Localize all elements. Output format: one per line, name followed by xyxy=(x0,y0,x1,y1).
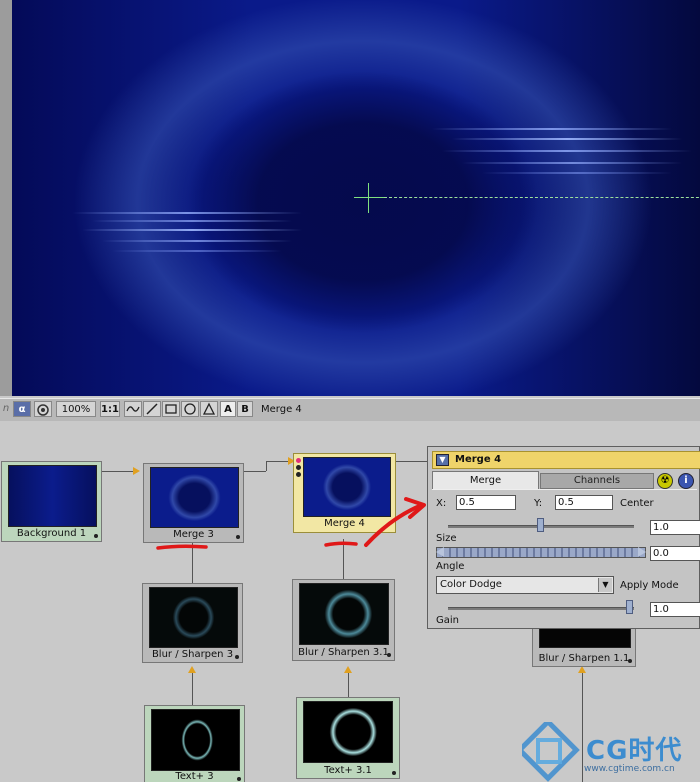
size-field[interactable]: 1.0 xyxy=(650,520,700,535)
grip-icon: n xyxy=(2,403,10,414)
angle-left-icon[interactable] xyxy=(436,547,444,557)
gain-field[interactable]: 1.0 xyxy=(650,602,700,617)
collapse-icon[interactable]: ▼ xyxy=(436,454,449,466)
light-streak xyxy=(452,138,682,140)
viewer[interactable] xyxy=(0,0,700,396)
size-slider-knob[interactable] xyxy=(537,518,544,532)
center-y-field[interactable]: 0.5 xyxy=(555,495,613,510)
light-streak xyxy=(92,220,292,222)
viewer-canvas[interactable] xyxy=(12,0,700,396)
curve-tool-icon[interactable] xyxy=(124,401,142,417)
polygon-tool-icon[interactable] xyxy=(200,401,218,417)
buffer-a-button[interactable]: A xyxy=(220,401,236,417)
chevron-down-icon[interactable]: ▼ xyxy=(598,578,612,592)
tab-channels[interactable]: Channels xyxy=(540,473,654,489)
viewer-toolbar: n α 100% 1:1 A B Merge 4 xyxy=(0,398,700,422)
light-streak xyxy=(432,128,672,130)
light-streak xyxy=(102,240,292,242)
tab-merge[interactable]: Merge xyxy=(432,471,539,489)
panel-header[interactable]: ▼ Merge 4 xyxy=(432,451,700,469)
center-y-label: Y: xyxy=(534,498,543,509)
rectangle-tool-icon[interactable] xyxy=(162,401,180,417)
light-streak xyxy=(462,162,682,164)
gain-slider[interactable] xyxy=(448,607,634,610)
angle-right-icon[interactable] xyxy=(638,547,646,557)
light-streak xyxy=(82,229,302,231)
angle-label: Angle xyxy=(436,561,465,572)
current-node-label: Merge 4 xyxy=(261,404,302,415)
radioactive-icon[interactable]: ☢ xyxy=(657,473,673,489)
tab-divider xyxy=(432,489,697,490)
lock-icon[interactable] xyxy=(34,401,52,417)
light-streak xyxy=(72,212,302,214)
light-streak xyxy=(442,150,692,152)
buffer-b-button[interactable]: B xyxy=(237,401,253,417)
watermark-url: www.cgtime.com.cn xyxy=(584,764,675,774)
light-streak xyxy=(112,250,282,252)
zoom-field[interactable]: 100% xyxy=(56,401,96,417)
alpha-button[interactable]: α xyxy=(13,401,31,417)
center-x-field[interactable]: 0.5 xyxy=(456,495,516,510)
apply-mode-value: Color Dodge xyxy=(440,579,502,590)
angle-field[interactable]: 0.0 xyxy=(650,546,700,561)
cg-logo-icon xyxy=(522,722,580,782)
apply-mode-label: Apply Mode xyxy=(620,580,679,591)
light-streak xyxy=(482,172,672,174)
center-crosshair[interactable] xyxy=(368,183,369,213)
ellipse-tool-icon[interactable] xyxy=(181,401,199,417)
angle-guide-line[interactable] xyxy=(384,197,700,198)
center-label: Center xyxy=(620,498,654,509)
size-label: Size xyxy=(436,533,457,544)
gain-label: Gain xyxy=(436,615,459,626)
merge-control-panel[interactable]: ▼ Merge 4 Merge Channels ☢ i X: 0.5 Y: 0… xyxy=(427,446,700,629)
watermark-brand: CG时代 xyxy=(586,736,683,766)
center-x-label: X: xyxy=(436,498,447,509)
angle-dial[interactable] xyxy=(436,547,646,558)
watermark: CG时代 www.cgtime.com.cn xyxy=(520,722,700,782)
apply-mode-select[interactable]: Color Dodge ▼ xyxy=(436,576,614,594)
ratio-button[interactable]: 1:1 xyxy=(100,401,120,417)
center-crosshair-h[interactable] xyxy=(354,197,384,198)
panel-title: Merge 4 xyxy=(455,454,502,465)
info-icon[interactable]: i xyxy=(678,473,694,489)
line-tool-icon[interactable] xyxy=(143,401,161,417)
gain-slider-knob[interactable] xyxy=(626,600,633,614)
